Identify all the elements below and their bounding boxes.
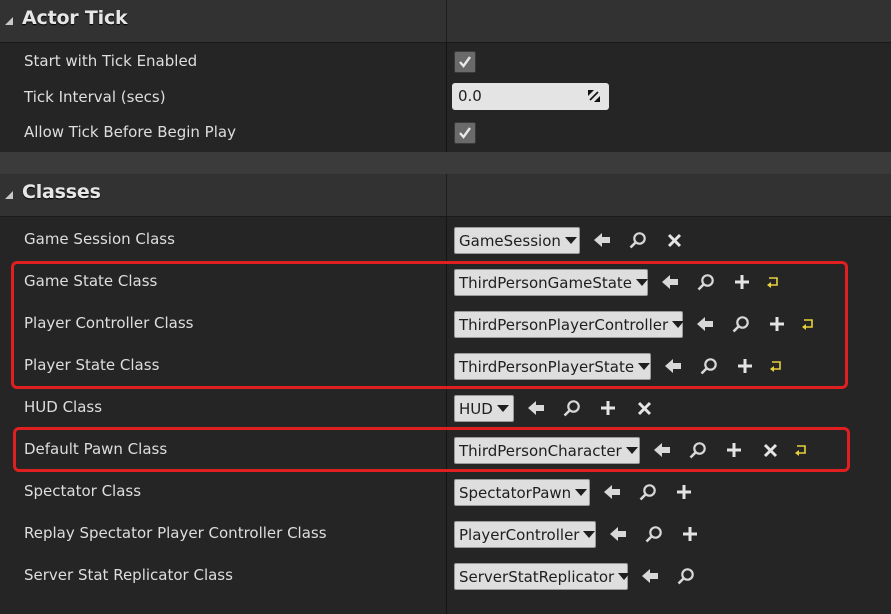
property-label: HUD Class	[24, 398, 103, 416]
chevron-down-icon	[496, 405, 509, 412]
property-label: Spectator Class	[24, 482, 142, 500]
classes-category-header[interactable]: Classes	[0, 174, 891, 217]
tick-interval-input[interactable]: 0.0	[452, 83, 609, 110]
new-icon[interactable]	[590, 398, 626, 418]
property-label: Server Stat Replicator Class	[24, 566, 233, 584]
class-picker-value: SpectatorPawn	[459, 483, 572, 502]
column-separator	[446, 174, 447, 216]
property-row-hud-class: HUD Class HUD	[0, 389, 891, 427]
drag-spin-icon[interactable]	[587, 89, 601, 103]
new-icon[interactable]	[666, 482, 702, 502]
property-actions	[584, 230, 692, 250]
property-actions	[518, 398, 662, 418]
use-selected-icon[interactable]	[600, 524, 636, 544]
class-picker-dropdown[interactable]: SpectatorPawn	[454, 479, 590, 506]
highlight-box-default-pawn	[13, 427, 850, 472]
browse-icon[interactable]	[630, 482, 666, 502]
property-row-tick-interval: Tick Interval (secs) 0.0	[0, 80, 891, 116]
category-title: Actor Tick	[22, 7, 128, 29]
tick-interval-value: 0.0	[458, 87, 482, 105]
collapse-arrow-icon[interactable]	[5, 191, 13, 199]
clear-icon[interactable]	[626, 398, 662, 418]
use-selected-icon[interactable]	[584, 230, 620, 250]
checkmark-icon	[459, 56, 471, 68]
details-panel: Actor Tick Start with Tick Enabled Tick …	[0, 0, 891, 614]
class-picker-value: GameSession	[459, 231, 561, 250]
property-row-spectator-class: Spectator Class SpectatorPawn	[0, 473, 891, 511]
property-row-replay-spectator-player-controller-class: Replay Spectator Player Controller Class…	[0, 515, 891, 553]
class-picker-value: ServerStatReplicator	[459, 567, 615, 586]
property-row-game-session-class: Game Session Class GameSession	[0, 221, 891, 259]
chevron-down-icon	[575, 489, 588, 496]
class-picker-value: HUD	[459, 399, 493, 418]
actor-tick-category-header[interactable]: Actor Tick	[0, 0, 891, 43]
new-icon[interactable]	[672, 524, 708, 544]
chevron-down-icon	[564, 237, 577, 244]
chevron-down-icon	[583, 531, 596, 538]
browse-icon[interactable]	[554, 398, 590, 418]
class-picker-dropdown[interactable]: PlayerController	[454, 521, 596, 548]
use-selected-icon[interactable]	[518, 398, 554, 418]
property-row-start-with-tick-enabled: Start with Tick Enabled	[0, 44, 891, 80]
browse-icon[interactable]	[620, 230, 656, 250]
browse-icon[interactable]	[668, 566, 704, 586]
column-separator	[446, 0, 447, 42]
property-row-allow-tick-before-begin-play: Allow Tick Before Begin Play	[0, 115, 891, 151]
use-selected-icon[interactable]	[632, 566, 668, 586]
property-actions	[632, 566, 704, 586]
category-title: Classes	[22, 181, 101, 203]
class-picker-dropdown[interactable]: GameSession	[454, 227, 580, 254]
class-picker-dropdown[interactable]: ServerStatReplicator	[454, 563, 631, 590]
start-with-tick-enabled-checkbox[interactable]	[454, 51, 476, 73]
browse-icon[interactable]	[636, 524, 672, 544]
property-actions	[600, 524, 708, 544]
property-label: Tick Interval (secs)	[24, 88, 166, 106]
clear-icon[interactable]	[656, 230, 692, 250]
property-actions	[594, 482, 702, 502]
category-spacer	[0, 152, 891, 174]
allow-tick-before-begin-play-checkbox[interactable]	[454, 122, 476, 144]
chevron-down-icon	[618, 573, 631, 580]
property-label: Allow Tick Before Begin Play	[24, 123, 236, 141]
checkmark-icon	[459, 127, 471, 139]
class-picker-dropdown[interactable]: HUD	[454, 395, 514, 422]
collapse-arrow-icon[interactable]	[5, 17, 13, 25]
class-picker-value: PlayerController	[459, 525, 580, 544]
property-label: Start with Tick Enabled	[24, 52, 198, 70]
property-row-server-stat-replicator-class: Server Stat Replicator Class ServerStatRe…	[0, 557, 891, 595]
use-selected-icon[interactable]	[594, 482, 630, 502]
property-label: Game Session Class	[24, 230, 175, 248]
property-label: Replay Spectator Player Controller Class	[24, 524, 327, 542]
highlight-box-state-classes	[11, 261, 848, 389]
